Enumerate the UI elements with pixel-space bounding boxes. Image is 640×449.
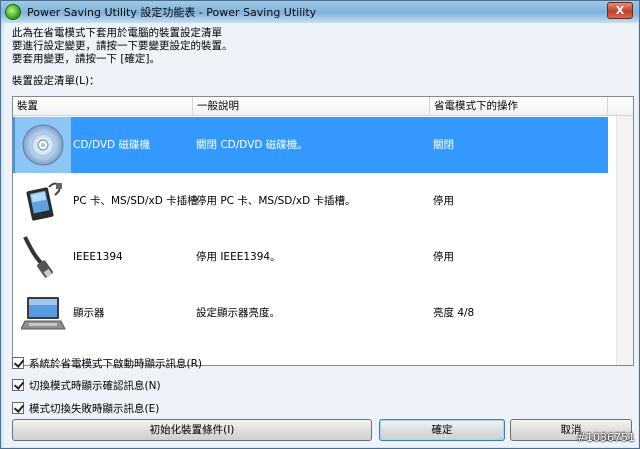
row-description: 停用 IEEE1394。: [196, 251, 281, 263]
list-row-cd-dvd[interactable]: CD/DVD 磁碟機 關閉 CD/DVD 磁碟機。 關閉: [13, 117, 608, 173]
row-action: 停用: [433, 195, 454, 207]
column-header-action[interactable]: 省電模式下的操作: [430, 97, 608, 116]
row-description: 停用 PC 卡、MS/SD/xD 卡插槽。: [196, 195, 356, 207]
settings-window: Power Saving Utility 設定功能表 - Power Savin…: [0, 0, 640, 449]
list-row-pc-card[interactable]: PC 卡、MS/SD/xD 卡插槽 停用 PC 卡、MS/SD/xD 卡插槽。 …: [13, 173, 608, 229]
instruction-line-3: 要套用變更，請按一下 [確定]。: [12, 53, 161, 65]
row-device-name: PC 卡、MS/SD/xD 卡插槽: [73, 195, 198, 207]
instruction-line-2: 要進行設定變更，請按一下要變更設定的裝置。: [12, 40, 233, 52]
row-device-name: IEEE1394: [73, 251, 123, 263]
checkbox-show-startup-message[interactable]: 系統於省電模式下啟動時顯示訊息(R): [12, 356, 202, 370]
column-header-device[interactable]: 裝置: [13, 97, 193, 116]
checkbox-label: 系統於省電模式下啟動時顯示訊息(R): [29, 357, 202, 370]
row-action: 停用: [433, 251, 454, 263]
row-device-name: CD/DVD 磁碟機: [73, 139, 150, 151]
column-header-description[interactable]: 一般說明: [193, 97, 430, 116]
cd-dvd-icon: [21, 123, 67, 167]
ieee1394-cable-icon: [21, 235, 67, 279]
list-header: 裝置 一般說明 省電模式下的操作: [13, 97, 633, 116]
instruction-line-1: 此為在省電模式下套用於電腦的裝置設定清單: [12, 27, 222, 39]
watermark-id: #1036751: [576, 431, 635, 444]
ok-button[interactable]: 確定: [379, 419, 505, 441]
list-row-ieee1394[interactable]: IEEE1394 停用 IEEE1394。 停用: [13, 229, 608, 285]
device-list[interactable]: 裝置 一般說明 省電模式下的操作 CD/DVD 磁碟機 關閉 CD/DVD 磁碟…: [12, 96, 634, 366]
list-row-display[interactable]: 顯示器 設定顯示器亮度。 亮度 4/8: [13, 285, 608, 341]
initialize-device-button[interactable]: 初始化裝置條件(I): [12, 419, 372, 441]
laptop-display-icon: [20, 291, 67, 335]
app-icon: [5, 4, 21, 20]
row-device-name: 顯示器: [73, 307, 105, 319]
row-action: 亮度 4/8: [433, 307, 475, 319]
row-description: 關閉 CD/DVD 磁碟機。: [196, 139, 308, 151]
instructions: 此為在省電模式下套用於電腦的裝置設定清單 要進行設定變更，請按一下要變更設定的裝…: [12, 27, 233, 66]
checkbox-label: 切換模式時顯示確認訊息(N): [29, 379, 161, 392]
dialog-body: 此為在省電模式下套用於電腦的裝置設定清單 要進行設定變更，請按一下要變更設定的裝…: [4, 23, 638, 447]
pc-card-icon: [21, 179, 67, 223]
list-scrollbar[interactable]: [616, 116, 633, 365]
title-bar[interactable]: Power Saving Utility 設定功能表 - Power Savin…: [1, 1, 639, 23]
checkbox-checked[interactable]: [12, 357, 24, 369]
checkbox-checked[interactable]: [12, 402, 24, 414]
checkbox-show-failure-message[interactable]: 模式切換失敗時顯示訊息(E): [12, 401, 159, 415]
close-button[interactable]: X: [607, 2, 633, 19]
checkbox-confirm-on-switch[interactable]: 切換模式時顯示確認訊息(N): [12, 378, 161, 392]
checkbox-label: 模式切換失敗時顯示訊息(E): [29, 402, 160, 415]
row-description: 設定顯示器亮度。: [196, 307, 280, 319]
row-action: 關閉: [433, 139, 454, 151]
window-title: Power Saving Utility 設定功能表 - Power Savin…: [27, 6, 317, 19]
device-list-label: 裝置設定清單(L)：: [12, 75, 100, 87]
checkbox-checked[interactable]: [12, 379, 24, 391]
